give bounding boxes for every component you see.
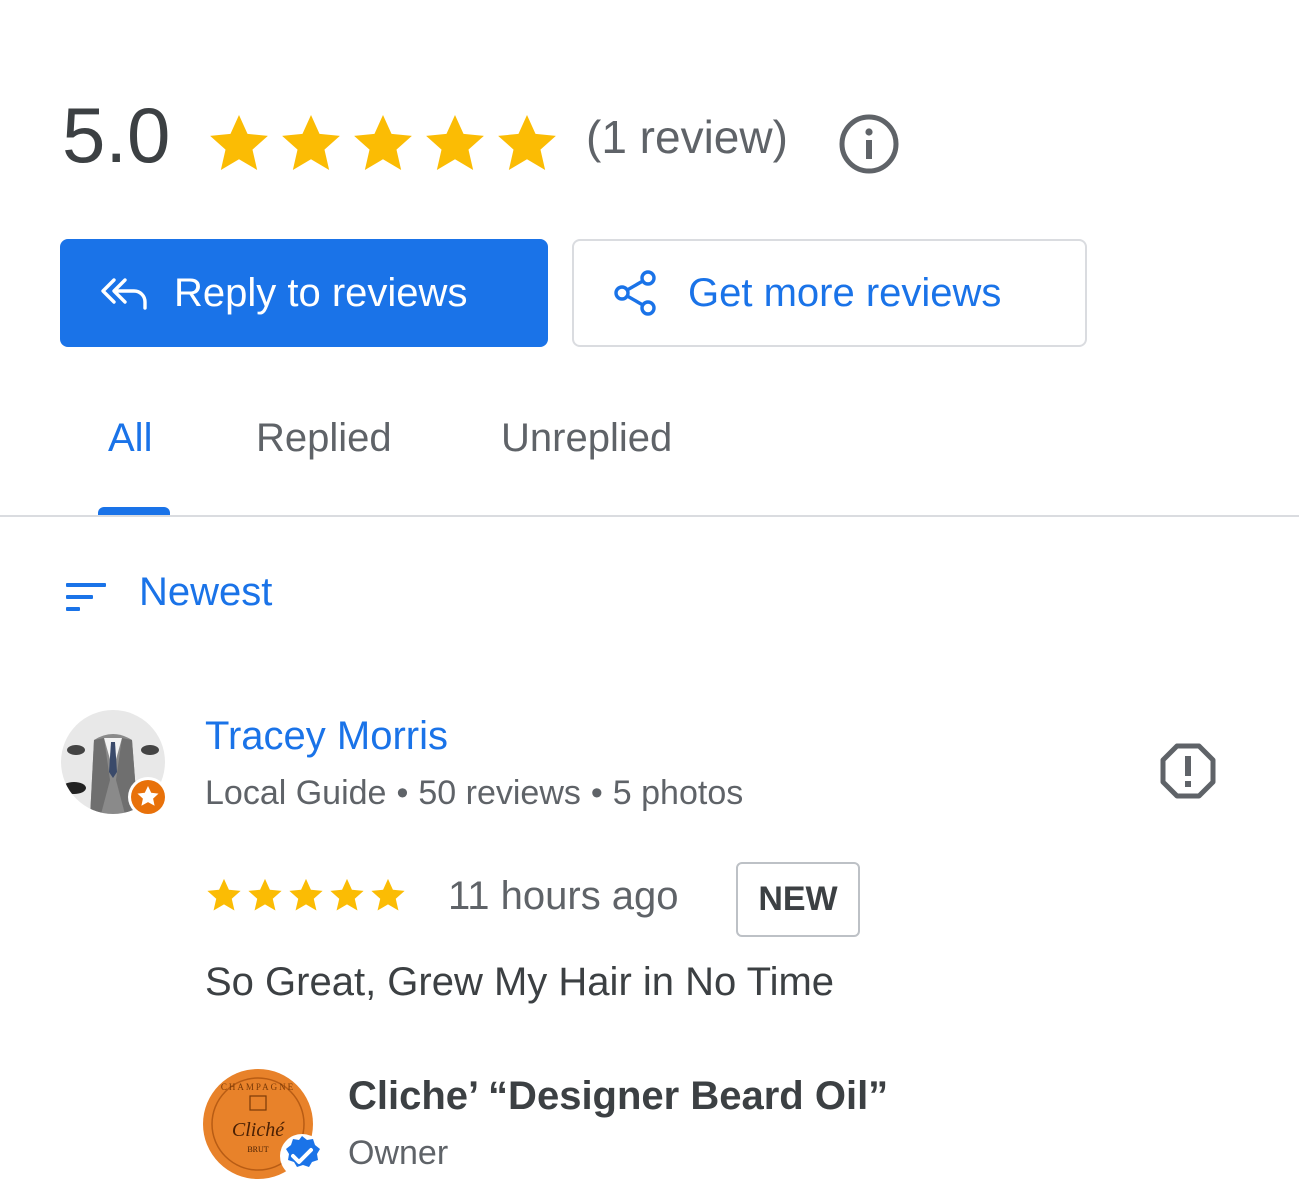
review-text: So Great, Grew My Hair in No Time [205, 960, 835, 1004]
star-icon [289, 878, 323, 911]
reviewer-photo-count: 5 photos [612, 774, 744, 812]
reviewer-name[interactable]: Tracey Morris [205, 716, 448, 756]
reply-to-reviews-label: Reply to reviews [174, 270, 468, 315]
reply-to-reviews-button[interactable]: Reply to reviews [60, 239, 548, 347]
separator-dot: • [396, 774, 409, 812]
rating-value: 5.0 [62, 91, 171, 179]
new-badge: NEW [736, 862, 860, 937]
reply-all-icon [101, 278, 147, 310]
tab-replied[interactable]: Replied [256, 418, 392, 458]
star-icon [282, 114, 340, 170]
star-icon [498, 114, 556, 170]
get-more-reviews-button[interactable]: Get more reviews [572, 239, 1087, 347]
tab-unreplied[interactable]: Unreplied [501, 418, 672, 458]
sort-newest-button[interactable]: Newest [139, 572, 272, 612]
logo-top-text: CHAMPAGNE [221, 1082, 295, 1092]
owner-role: Owner [348, 1134, 449, 1172]
review-count: (1 review) [586, 111, 788, 163]
star-icon [330, 878, 364, 911]
review-time: 11 hours ago [448, 874, 679, 918]
info-icon[interactable] [838, 113, 900, 175]
owner-name: Cliche’ “Designer Beard Oil” [348, 1074, 889, 1118]
star-icon [248, 878, 282, 911]
logo-brand-text: Cliché [232, 1119, 285, 1141]
sort-icon[interactable] [64, 580, 110, 614]
star-icon [371, 878, 405, 911]
logo-sub-text: BRUT [247, 1145, 268, 1154]
reviewer-meta: Local Guide • 50 reviews • 5 photos [205, 776, 743, 810]
report-icon[interactable] [1158, 741, 1218, 801]
separator-dot: • [590, 774, 603, 812]
tabs-divider [0, 515, 1299, 517]
reviewer-badge: Local Guide [205, 774, 387, 812]
tab-all[interactable]: All [108, 418, 152, 458]
owner-avatar: CHAMPAGNE Cliché BRUT [203, 1069, 324, 1179]
rating-stars [206, 110, 560, 176]
review-stars [205, 876, 407, 914]
share-icon [614, 270, 656, 316]
reviewer-review-count: 50 reviews [418, 774, 581, 812]
get-more-reviews-label: Get more reviews [688, 270, 1002, 315]
star-icon [426, 114, 484, 170]
star-icon [207, 878, 241, 911]
star-icon [210, 114, 268, 170]
reviewer-avatar[interactable] [60, 710, 168, 818]
star-icon [354, 114, 412, 170]
